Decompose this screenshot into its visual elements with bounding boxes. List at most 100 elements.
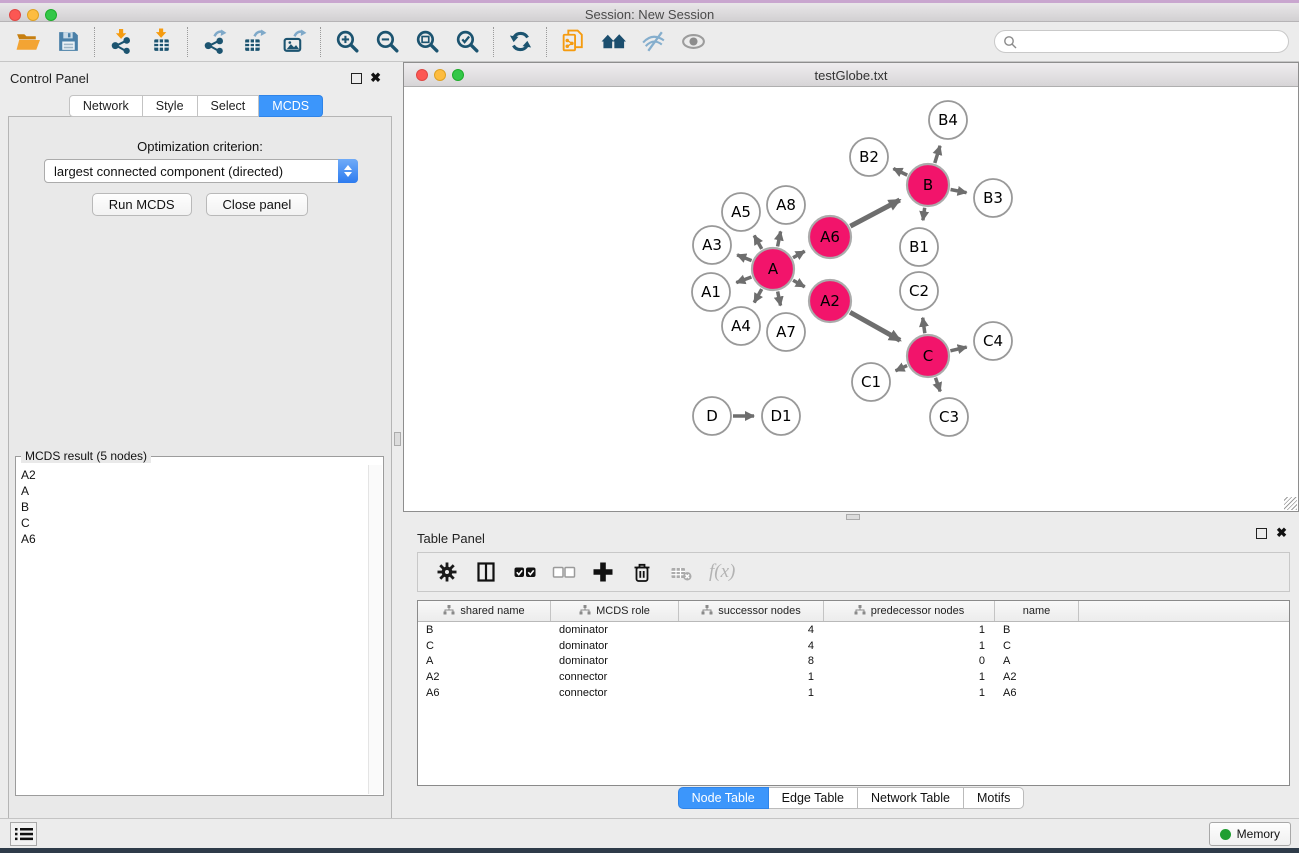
search-field[interactable]: [994, 30, 1289, 53]
edge-C-C2[interactable]: [923, 318, 925, 333]
run-mcds-button[interactable]: Run MCDS: [92, 193, 192, 216]
tab-style[interactable]: Style: [143, 95, 198, 117]
zoom-selected-button[interactable]: [447, 26, 487, 58]
edge-A-A2[interactable]: [793, 280, 805, 287]
node-table[interactable]: shared nameMCDS rolesuccessor nodesprede…: [417, 600, 1290, 786]
column-header-shared-name[interactable]: shared name: [418, 601, 551, 621]
show-column-button[interactable]: [471, 559, 501, 585]
hide-selected-button[interactable]: [633, 26, 673, 58]
table-body[interactable]: Bdominator41BCdominator41CAdominator80AA…: [418, 622, 1289, 701]
tab-select[interactable]: Select: [198, 95, 260, 117]
table-cell[interactable]: 1: [824, 687, 995, 699]
close-panel-icon[interactable]: ✖: [370, 70, 381, 86]
export-image-button[interactable]: [274, 26, 314, 58]
edge-A-A6[interactable]: [793, 251, 805, 258]
edge-A-A4[interactable]: [754, 289, 762, 302]
table-cell[interactable]: 0: [824, 655, 995, 667]
table-cell[interactable]: A: [418, 655, 551, 667]
table-cell[interactable]: A2: [418, 671, 551, 683]
table-cell[interactable]: C: [995, 640, 1079, 652]
table-header-row[interactable]: shared nameMCDS rolesuccessor nodesprede…: [418, 601, 1289, 622]
table-cell[interactable]: A6: [418, 687, 551, 699]
table-cell[interactable]: 1: [679, 671, 824, 683]
tab-edge-table[interactable]: Edge Table: [769, 787, 858, 809]
import-table-button[interactable]: [141, 26, 181, 58]
network-window-titlebar[interactable]: testGlobe.txt: [404, 63, 1298, 87]
zoom-fit-button[interactable]: [407, 26, 447, 58]
table-cell[interactable]: B: [418, 624, 551, 636]
delete-table-button[interactable]: [666, 559, 696, 585]
edge-A-A5[interactable]: [754, 236, 762, 249]
select-all-columns-button[interactable]: [510, 559, 540, 585]
table-cell[interactable]: A2: [995, 671, 1079, 683]
close-panel-button[interactable]: Close panel: [206, 193, 309, 216]
zoom-out-button[interactable]: [367, 26, 407, 58]
mcds-result-list[interactable]: A2ABCA6: [17, 465, 367, 794]
memory-button[interactable]: Memory: [1209, 822, 1291, 846]
edge-B-B3[interactable]: [951, 190, 967, 193]
table-cell[interactable]: 4: [679, 624, 824, 636]
edge-B-B1[interactable]: [923, 208, 925, 221]
table-cell[interactable]: 1: [824, 624, 995, 636]
tab-network[interactable]: Network: [69, 95, 143, 117]
edge-A-A8[interactable]: [778, 231, 781, 246]
mcds-result-item[interactable]: A6: [21, 531, 363, 547]
task-history-button[interactable]: [10, 822, 37, 846]
table-cell[interactable]: B: [995, 624, 1079, 636]
mcds-result-item[interactable]: B: [21, 499, 363, 515]
table-cell[interactable]: A: [995, 655, 1079, 667]
column-header-MCDS-role[interactable]: MCDS role: [551, 601, 679, 621]
horizontal-split-divider[interactable]: [403, 512, 1299, 522]
save-session-button[interactable]: [48, 26, 88, 58]
network-canvas[interactable]: B4B2BB3A5A8A6A3B1AA1C2A2A4A7C4CC1DD1C3: [404, 87, 1298, 511]
table-cell[interactable]: dominator: [551, 640, 679, 652]
edge-A-A7[interactable]: [778, 292, 781, 306]
function-builder-button[interactable]: f(x): [709, 561, 735, 583]
column-header-name[interactable]: name: [995, 601, 1079, 621]
float-panel-icon[interactable]: [351, 73, 362, 84]
table-cell[interactable]: dominator: [551, 624, 679, 636]
table-row[interactable]: A2connector11A2: [418, 669, 1289, 685]
tab-mcds[interactable]: MCDS: [259, 95, 323, 117]
unselect-all-columns-button[interactable]: [549, 559, 579, 585]
edge-A2-C[interactable]: [850, 312, 900, 340]
new-network-from-selection-button[interactable]: [553, 26, 593, 58]
mcds-result-item[interactable]: C: [21, 515, 363, 531]
table-cell[interactable]: 8: [679, 655, 824, 667]
mcds-result-item[interactable]: A: [21, 483, 363, 499]
table-cell[interactable]: 4: [679, 640, 824, 652]
delete-column-button[interactable]: [627, 559, 657, 585]
table-row[interactable]: Bdominator41B: [418, 622, 1289, 638]
table-cell[interactable]: connector: [551, 671, 679, 683]
table-cell[interactable]: C: [418, 640, 551, 652]
tab-node-table[interactable]: Node Table: [678, 787, 769, 809]
divider-handle[interactable]: [846, 514, 860, 520]
mcds-result-scrollbar[interactable]: [368, 465, 382, 794]
table-cell[interactable]: connector: [551, 687, 679, 699]
table-cell[interactable]: 1: [824, 671, 995, 683]
edge-C-C3[interactable]: [935, 378, 940, 392]
table-row[interactable]: Cdominator41C: [418, 638, 1289, 654]
table-cell[interactable]: A6: [995, 687, 1079, 699]
create-column-button[interactable]: [588, 559, 618, 585]
mcds-result-item[interactable]: A2: [21, 467, 363, 483]
vertical-split-divider[interactable]: [392, 62, 403, 818]
table-options-button[interactable]: [432, 559, 462, 585]
edge-C-C1[interactable]: [896, 366, 908, 371]
refresh-button[interactable]: [500, 26, 540, 58]
import-network-button[interactable]: [101, 26, 141, 58]
table-cell[interactable]: 1: [824, 640, 995, 652]
table-row[interactable]: A6connector11A6: [418, 685, 1289, 701]
table-row[interactable]: Adominator80A: [418, 654, 1289, 670]
search-input[interactable]: [1017, 35, 1288, 49]
home-button[interactable]: [593, 26, 633, 58]
edge-B-B4[interactable]: [935, 146, 940, 163]
window-resize-grip[interactable]: [1284, 497, 1297, 510]
open-session-button[interactable]: [8, 26, 48, 58]
close-panel-icon[interactable]: ✖: [1276, 525, 1287, 541]
export-network-button[interactable]: [194, 26, 234, 58]
edge-C-C4[interactable]: [950, 347, 966, 351]
edge-B-B2[interactable]: [893, 169, 907, 176]
network-graph[interactable]: B4B2BB3A5A8A6A3B1AA1C2A2A4A7C4CC1DD1C3: [404, 87, 1298, 511]
table-cell[interactable]: dominator: [551, 655, 679, 667]
